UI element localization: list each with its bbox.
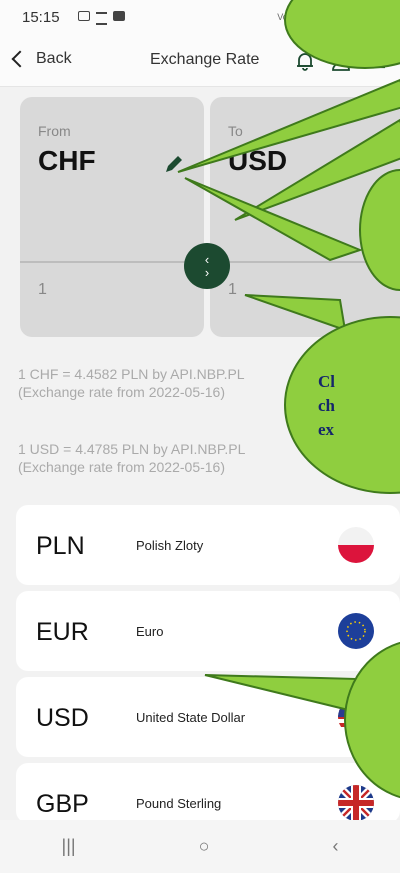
signal-icon <box>350 10 362 22</box>
home-button[interactable]: ○ <box>199 836 210 857</box>
menu-icon[interactable] <box>366 50 388 72</box>
to-label: To <box>228 123 243 139</box>
edit-to-pencil-icon[interactable] <box>352 152 376 176</box>
to-rate-info: 1 USD = 4.4785 PLN by API.NBP.PL (Exchan… <box>18 440 245 476</box>
chevron-left-icon <box>11 50 29 68</box>
menu-notification-icon <box>96 12 107 25</box>
currency-row-eur[interactable]: EUR Euro <box>16 591 400 671</box>
from-rate-info: 1 CHF = 4.4582 PLN by API.NBP.PL (Exchan… <box>18 365 245 401</box>
callout-line-3: ex <box>318 420 335 439</box>
gallery-notification-icon <box>78 11 90 21</box>
currency-code: EUR <box>36 618 89 646</box>
system-nav-bar: ||| ○ ‹ <box>0 820 400 873</box>
bell-icon[interactable] <box>294 50 316 72</box>
chevron-right-icon: › <box>204 265 210 280</box>
header: Back Exchange Rate <box>0 36 400 87</box>
callout-text: Cl ch ex <box>318 370 400 442</box>
callout-line-2: ch <box>318 396 335 415</box>
callout-line-1: Cl <box>318 372 335 391</box>
to-amount[interactable]: 1 <box>228 281 237 299</box>
from-amount[interactable]: 1 <box>38 281 47 299</box>
currency-code: GBP <box>36 790 89 818</box>
system-back-button[interactable]: ‹ <box>332 836 338 857</box>
user-icon[interactable] <box>330 50 352 72</box>
currency-code: PLN <box>36 532 85 560</box>
from-currency-code: CHF <box>38 145 96 176</box>
rate-line: 1 CHF = 4.4582 PLN by API.NBP.PL <box>18 366 245 382</box>
app-notification-icon <box>113 11 125 21</box>
from-currency-card[interactable]: From CHF 1 <box>20 97 204 337</box>
currency-row-pln[interactable]: PLN Polish Zloty <box>16 505 400 585</box>
uk-flag-icon <box>338 785 374 821</box>
from-label: From <box>38 123 71 139</box>
to-currency-code: USD <box>228 145 288 176</box>
status-time: 15:15 <box>22 9 60 26</box>
status-notification-icons <box>78 11 125 25</box>
usa-flag-icon <box>338 699 374 735</box>
battery-icon <box>382 9 390 22</box>
status-bar: 15:15 Vo8 LTE LTE1 ↓↑ <box>0 0 400 36</box>
to-currency-card[interactable]: To USD 1 <box>210 97 400 337</box>
currency-name: United State Dollar <box>136 710 246 725</box>
currency-name: Pound Sterling <box>136 796 222 811</box>
status-right: Vo8 LTE LTE1 ↓↑ <box>277 9 390 22</box>
rate-line: 1 USD = 4.4785 PLN by API.NBP.PL <box>18 441 246 457</box>
network-label: Vo8 LTE LTE1 ↓↑ <box>277 12 346 22</box>
back-label: Back <box>36 50 72 67</box>
from-divider <box>20 261 204 263</box>
eu-flag-icon <box>338 613 374 649</box>
currency-name: Polish Zloty <box>136 538 204 553</box>
to-divider <box>210 261 400 263</box>
page-title: Exchange Rate <box>150 51 260 68</box>
edit-from-pencil-icon[interactable] <box>162 152 186 176</box>
swap-currencies-button[interactable]: ‹ › <box>184 243 230 289</box>
currency-name: Euro <box>136 624 164 639</box>
signal-2-icon <box>366 10 378 22</box>
currency-row-gbp[interactable]: GBP Pound Sterling <box>16 763 400 823</box>
currency-code: USD <box>36 704 89 732</box>
recent-apps-button[interactable]: ||| <box>62 836 76 857</box>
header-actions <box>294 50 388 72</box>
rate-date: (Exchange rate from 2022-05-16) <box>18 459 225 475</box>
rate-date: (Exchange rate from 2022-05-16) <box>18 384 225 400</box>
poland-flag-icon <box>338 527 374 563</box>
back-button[interactable]: Back <box>11 50 72 68</box>
currency-row-usd[interactable]: USD United State Dollar <box>16 677 400 757</box>
